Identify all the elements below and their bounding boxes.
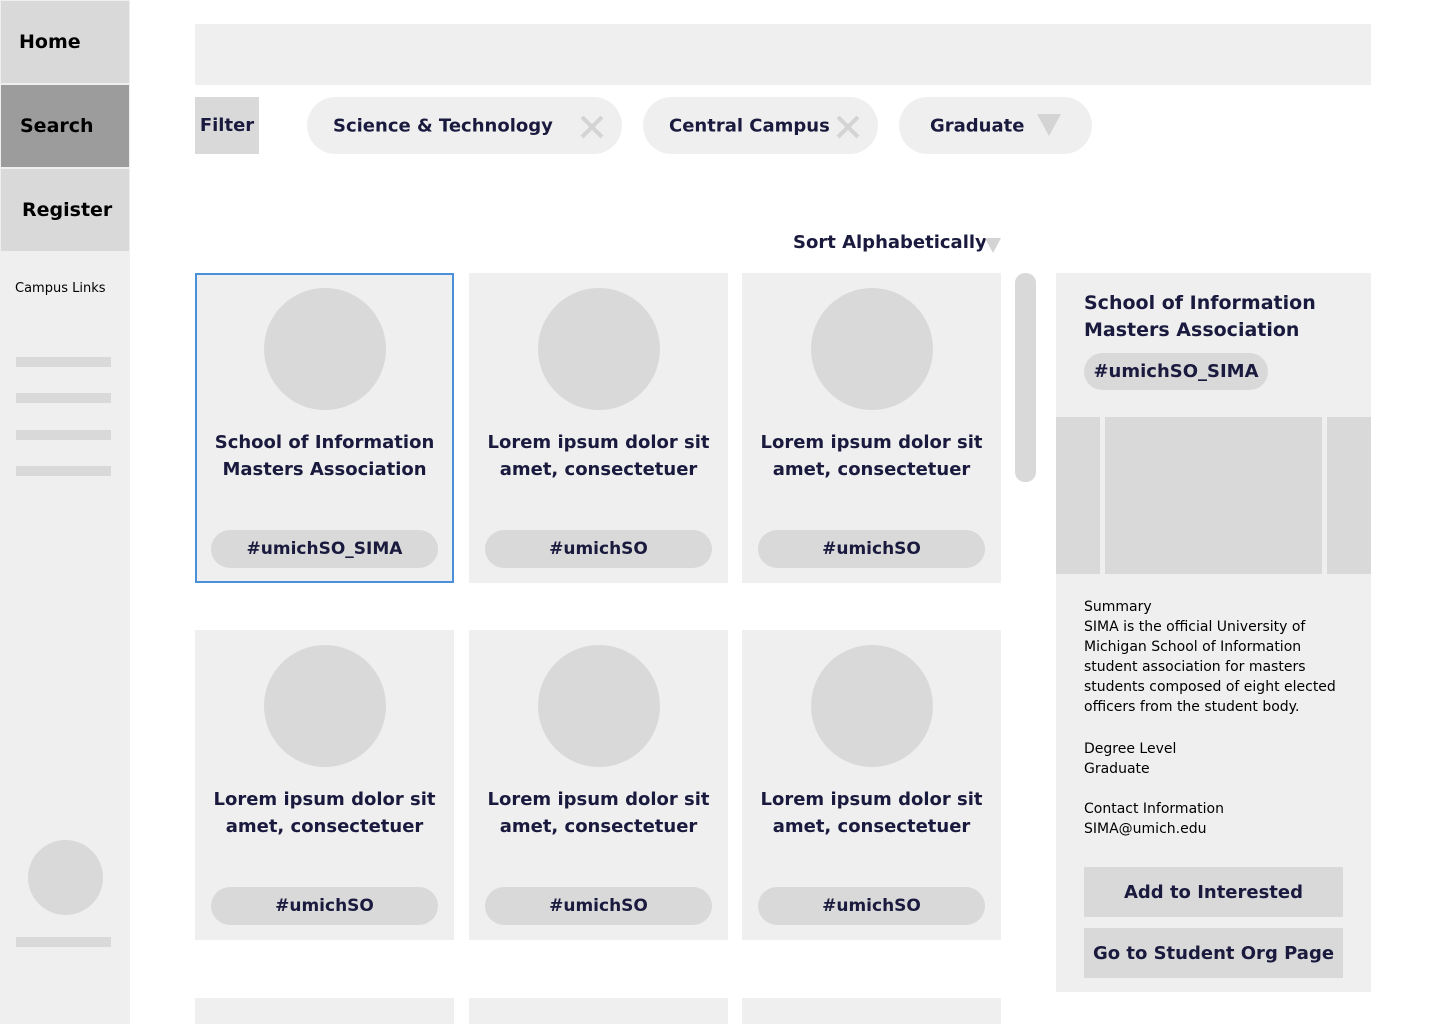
filter-chip-graduate[interactable]: Graduate xyxy=(899,97,1092,154)
org-card-title: Lorem ipsum dolor sit amet, consectetuer xyxy=(213,789,436,837)
degree-heading: Degree Level xyxy=(1084,741,1177,757)
org-avatar xyxy=(811,288,933,410)
user-name-placeholder xyxy=(16,937,111,947)
org-card-tag: #umichSO xyxy=(758,530,985,568)
org-card-tag: #umichSO_SIMA xyxy=(211,530,438,568)
search-input[interactable] xyxy=(195,24,1371,85)
gallery-image xyxy=(1105,417,1322,574)
filter-chip-label: Science & Technology xyxy=(333,115,553,136)
org-card-tag: #umichSO xyxy=(211,887,438,925)
org-card-title: Lorem ipsum dolor sit amet, consectetuer xyxy=(760,789,983,837)
caret-down-icon[interactable] xyxy=(1037,114,1061,138)
filter-chip-science-technology[interactable]: Science & Technology xyxy=(307,97,622,154)
campus-link-placeholder[interactable] xyxy=(16,357,111,367)
campus-links-heading: Campus Links xyxy=(15,281,106,296)
summary-text: SIMA is the official University of Michi… xyxy=(1084,619,1336,715)
org-avatar xyxy=(538,645,660,767)
close-icon[interactable] xyxy=(579,114,605,140)
org-avatar xyxy=(811,645,933,767)
org-card[interactable]: Lorem ipsum dolor sit amet, consectetuer… xyxy=(742,630,1001,940)
nav-register-button[interactable]: Register xyxy=(1,169,129,251)
campus-link-placeholder[interactable] xyxy=(16,393,111,403)
org-card-title: Lorem ipsum dolor sit amet, consectetuer xyxy=(760,432,983,480)
filter-label: Filter xyxy=(195,97,259,154)
org-card[interactable] xyxy=(469,998,728,1024)
degree-section: Degree Level Graduate xyxy=(1084,739,1354,779)
org-card-tag: #umichSO xyxy=(485,530,712,568)
org-avatar xyxy=(538,288,660,410)
org-card-tag: #umichSO xyxy=(758,887,985,925)
detail-tag: #umichSO_SIMA xyxy=(1084,353,1268,390)
org-card[interactable] xyxy=(195,998,454,1024)
gallery-prev-image[interactable] xyxy=(1056,417,1100,574)
org-card[interactable]: School of Information Masters Associatio… xyxy=(195,273,454,583)
org-avatar xyxy=(264,645,386,767)
org-avatar xyxy=(264,288,386,410)
org-card-title: School of Information Masters Associatio… xyxy=(214,432,435,480)
campus-link-placeholder[interactable] xyxy=(16,466,111,476)
org-card[interactable]: Lorem ipsum dolor sit amet, consectetuer… xyxy=(469,630,728,940)
close-icon[interactable] xyxy=(835,114,861,140)
campus-link-placeholder[interactable] xyxy=(16,430,111,440)
summary-heading: Summary xyxy=(1084,599,1152,615)
summary-section: Summary SIMA is the official University … xyxy=(1084,597,1354,717)
org-detail-panel: School of Information Masters Associatio… xyxy=(1056,273,1371,992)
go-to-org-page-button[interactable]: Go to Student Org Page xyxy=(1084,928,1343,978)
org-card[interactable]: Lorem ipsum dolor sit amet, consectetuer… xyxy=(469,273,728,583)
filter-chip-label: Graduate xyxy=(930,115,1025,136)
filter-chip-label: Central Campus xyxy=(669,115,830,136)
user-avatar[interactable] xyxy=(28,840,103,915)
org-card[interactable]: Lorem ipsum dolor sit amet, consectetuer… xyxy=(195,630,454,940)
gallery-next-image[interactable] xyxy=(1327,417,1371,574)
caret-down-icon[interactable] xyxy=(985,238,1001,254)
contact-value: SIMA@umich.edu xyxy=(1084,821,1207,837)
nav-search-button[interactable]: Search xyxy=(1,85,129,167)
org-card[interactable] xyxy=(742,998,1001,1024)
sidebar: Home Search Register Campus Links xyxy=(0,0,130,1024)
filter-chip-central-campus[interactable]: Central Campus xyxy=(643,97,878,154)
org-card-title: Lorem ipsum dolor sit amet, consectetuer xyxy=(487,432,710,480)
degree-value: Graduate xyxy=(1084,761,1150,777)
nav-home-button[interactable]: Home xyxy=(1,1,129,83)
org-card-tag: #umichSO xyxy=(485,887,712,925)
contact-heading: Contact Information xyxy=(1084,801,1224,817)
org-card-title: Lorem ipsum dolor sit amet, consectetuer xyxy=(487,789,710,837)
org-card[interactable]: Lorem ipsum dolor sit amet, consectetuer… xyxy=(742,273,1001,583)
add-to-interested-button[interactable]: Add to Interested xyxy=(1084,867,1343,917)
results-scrollbar[interactable] xyxy=(1015,273,1036,482)
detail-title: School of Information Masters Associatio… xyxy=(1084,292,1316,341)
contact-section: Contact Information SIMA@umich.edu xyxy=(1084,799,1354,839)
sort-dropdown[interactable]: Sort Alphabetically xyxy=(793,232,987,253)
